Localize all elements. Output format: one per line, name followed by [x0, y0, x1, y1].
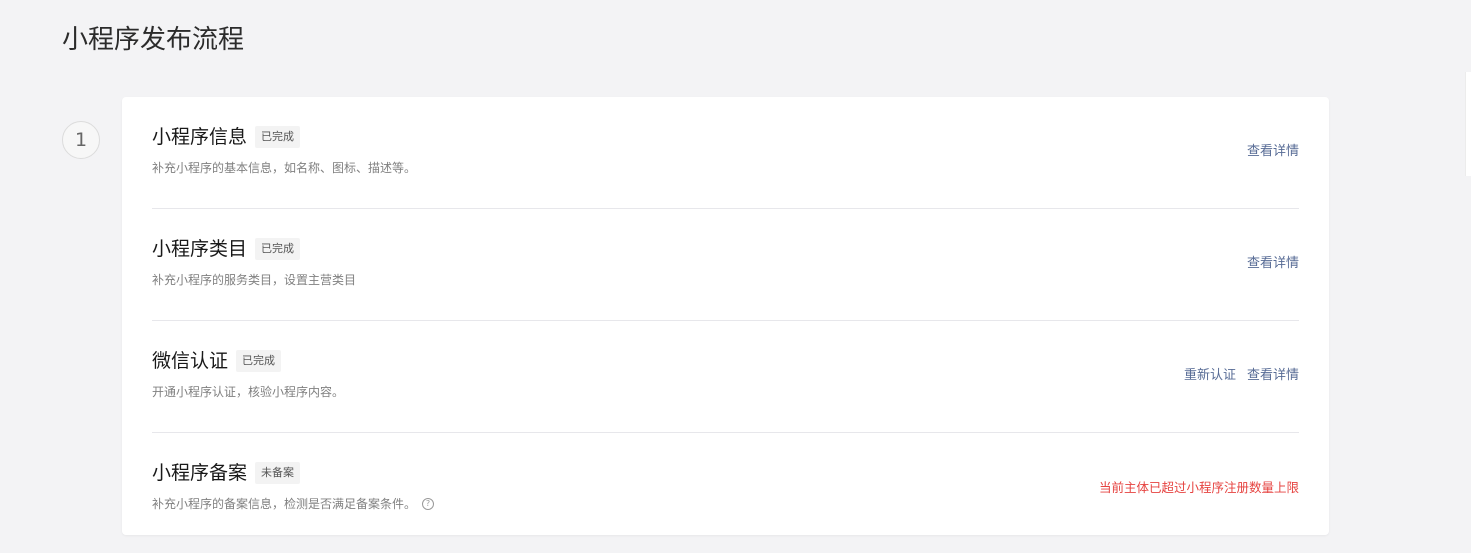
step-description: 补充小程序的基本信息，如名称、图标、描述等。 [152, 159, 416, 177]
side-panel-edge [1465, 72, 1471, 176]
view-details-link[interactable]: 查看详情 [1247, 367, 1299, 385]
step-title: 微信认证 [152, 350, 229, 372]
step-actions: 查看详情 [1247, 143, 1299, 161]
page-title: 小程序发布流程 [62, 25, 245, 55]
step-row-verification: 微信认证 已完成 开通小程序认证，核验小程序内容。 重新认证 查看详情 [152, 321, 1299, 433]
step-title: 小程序备案 [152, 462, 248, 484]
step-number: 1 [62, 121, 100, 159]
step-description-text: 补充小程序的基本信息，如名称、图标、描述等。 [152, 161, 417, 175]
view-details-link[interactable]: 查看详情 [1247, 255, 1299, 273]
step-description-text: 开通小程序认证，核验小程序内容。 [152, 385, 345, 399]
status-badge: 已完成 [236, 350, 282, 372]
step-actions: 重新认证 查看详情 [1184, 367, 1299, 385]
step-actions: 查看详情 [1247, 255, 1299, 273]
help-circle-icon[interactable]: ? [422, 498, 435, 510]
step-description-text: 补充小程序的服务类目，设置主营类目 [152, 273, 357, 287]
step-actions: 当前主体已超过小程序注册数量上限 [1099, 479, 1299, 497]
view-details-link[interactable]: 查看详情 [1247, 143, 1299, 161]
step-description: 开通小程序认证，核验小程序内容。 [152, 383, 344, 401]
publish-steps-card: 小程序信息 已完成 补充小程序的基本信息，如名称、图标、描述等。 查看详情 小程… [122, 97, 1329, 535]
step-row-category: 小程序类目 已完成 补充小程序的服务类目，设置主营类目 查看详情 [152, 209, 1299, 321]
status-badge: 未备案 [255, 462, 301, 484]
step-row-filing: 小程序备案 未备案 补充小程序的备案信息，检测是否满足备案条件。 ? 当前主体已… [152, 433, 1299, 545]
step-row-info: 小程序信息 已完成 补充小程序的基本信息，如名称、图标、描述等。 查看详情 [152, 97, 1299, 209]
step-title: 小程序类目 [152, 238, 248, 260]
step-description: 补充小程序的备案信息，检测是否满足备案条件。 ? [152, 495, 435, 513]
status-badge: 已完成 [255, 126, 301, 148]
status-badge: 已完成 [255, 238, 301, 260]
step-title: 小程序信息 [152, 126, 248, 148]
step-description-text: 补充小程序的备案信息，检测是否满足备案条件。 [152, 497, 417, 511]
step-description: 补充小程序的服务类目，设置主营类目 [152, 271, 356, 289]
reverify-link[interactable]: 重新认证 [1184, 367, 1236, 385]
registration-limit-warning: 当前主体已超过小程序注册数量上限 [1098, 480, 1299, 495]
